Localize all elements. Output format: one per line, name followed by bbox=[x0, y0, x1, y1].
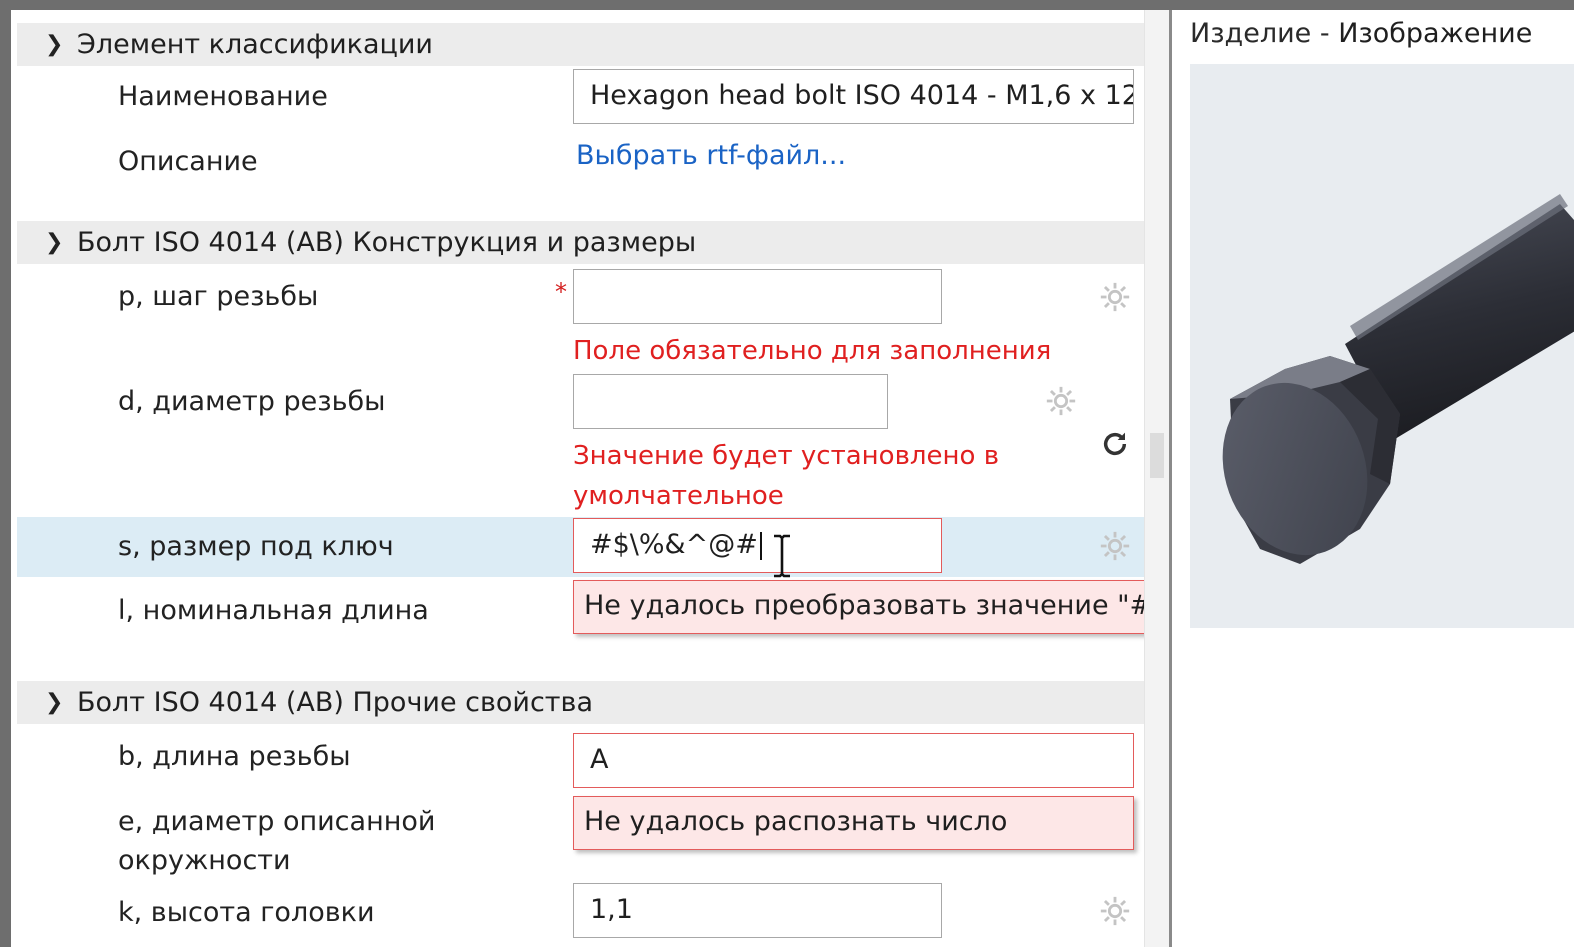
name-field[interactable]: Hexagon head bolt ISO 4014 - M1,6 x 12 bbox=[573, 69, 1134, 124]
select-rtf-link[interactable]: Выбрать rtf-файл... bbox=[576, 140, 846, 171]
p-label: p, шаг резьбы bbox=[118, 281, 319, 312]
required-marker: * bbox=[555, 278, 567, 306]
d-field[interactable] bbox=[573, 374, 888, 429]
s-label: s, размер под ключ bbox=[118, 531, 394, 562]
s-field[interactable]: #$\%&^@# bbox=[573, 518, 942, 573]
bolt-3d-preview[interactable] bbox=[1190, 64, 1574, 628]
k-label: k, высота головки bbox=[118, 897, 375, 928]
preview-title-image: Изображение bbox=[1338, 18, 1533, 49]
b-value: A bbox=[590, 744, 609, 775]
refresh-icon[interactable] bbox=[1099, 428, 1131, 460]
chevron-down-icon: ❯ bbox=[45, 230, 64, 255]
b-field[interactable]: A bbox=[573, 733, 1134, 788]
preview-title: Изделие - Изображение bbox=[1190, 18, 1532, 49]
chevron-down-icon: ❯ bbox=[45, 32, 64, 57]
description-label: Описание bbox=[118, 146, 258, 177]
b-error-tooltip: Не удалось распознать число bbox=[573, 796, 1134, 850]
properties-panel: ❯ Элемент классификации Наименование Hex… bbox=[11, 10, 1320, 947]
l-label: l, номинальная длина bbox=[118, 595, 429, 626]
text-caret bbox=[759, 531, 762, 560]
gear-icon[interactable] bbox=[1098, 529, 1132, 563]
section-header-classification[interactable]: ❯ Элемент классификации bbox=[17, 23, 1144, 66]
s-value: #$\%&^@# bbox=[590, 529, 758, 560]
name-value: Hexagon head bolt ISO 4014 - M1,6 x 12 bbox=[590, 80, 1134, 111]
d-label: d, диаметр резьбы bbox=[118, 386, 386, 417]
section-title: Болт ISO 4014 (AB) Прочие свойства bbox=[77, 687, 593, 718]
preview-title-separator: - bbox=[1319, 18, 1330, 49]
k-field[interactable]: 1,1 bbox=[573, 883, 942, 938]
b-tooltip-text: Не удалось распознать число bbox=[584, 806, 1008, 837]
gear-icon[interactable] bbox=[1098, 280, 1132, 314]
e-label-line1: e, диаметр описанной bbox=[118, 806, 436, 837]
d-error-text-line2: умолчательное bbox=[573, 481, 784, 511]
k-value: 1,1 bbox=[590, 894, 633, 925]
chevron-down-icon: ❯ bbox=[45, 690, 64, 715]
e-label-line2: окружности bbox=[118, 845, 291, 876]
scrollbar-thumb[interactable] bbox=[1150, 433, 1164, 478]
section-title: Элемент классификации bbox=[77, 29, 433, 60]
ibeam-cursor-icon bbox=[774, 534, 790, 578]
window-frame-top bbox=[0, 0, 1574, 10]
vertical-scrollbar[interactable] bbox=[1144, 10, 1170, 947]
window-frame-left bbox=[0, 0, 11, 947]
preview-title-item: Изделие bbox=[1190, 18, 1312, 49]
gear-icon[interactable] bbox=[1044, 384, 1078, 418]
name-label: Наименование bbox=[118, 81, 328, 112]
bolt-image bbox=[1222, 194, 1574, 564]
section-title: Болт ISO 4014 (AB) Конструкция и размеры bbox=[77, 227, 697, 258]
section-header-other[interactable]: ❯ Болт ISO 4014 (AB) Прочие свойства bbox=[17, 681, 1144, 724]
p-error-text: Поле обязательно для заполнения bbox=[573, 336, 1052, 366]
preview-panel: Изделие - Изображение bbox=[1172, 10, 1574, 947]
b-label: b, длина резьбы bbox=[118, 741, 351, 772]
gear-icon[interactable] bbox=[1098, 894, 1132, 928]
p-field[interactable] bbox=[573, 269, 942, 324]
d-error-text-line1: Значение будет установлено в bbox=[573, 441, 1000, 471]
section-header-construction[interactable]: ❯ Болт ISO 4014 (AB) Конструкция и разме… bbox=[17, 221, 1144, 264]
